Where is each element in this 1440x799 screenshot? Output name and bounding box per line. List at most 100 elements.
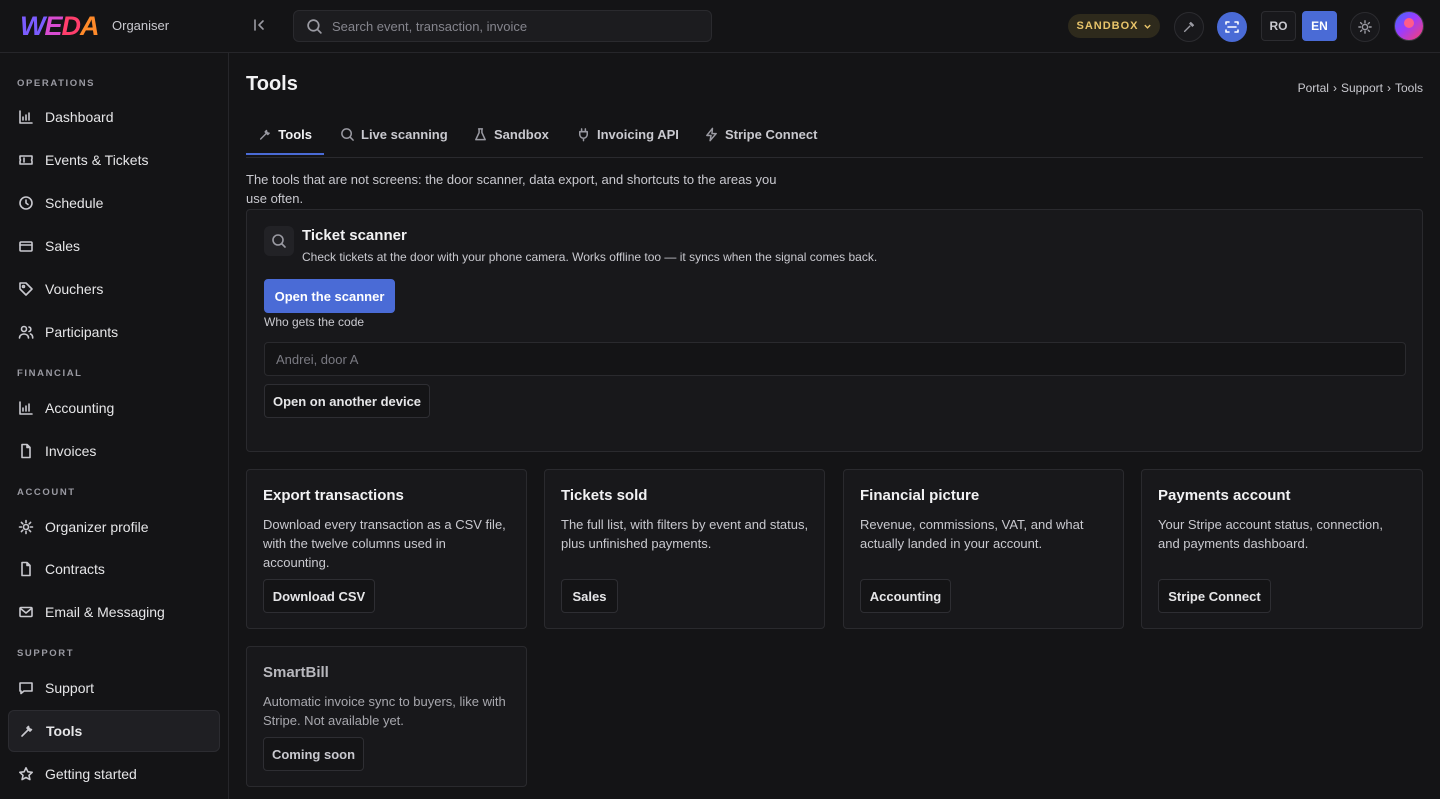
card-title: Export transactions	[263, 487, 404, 504]
sidebar-item-accounting[interactable]: Accounting	[8, 387, 220, 429]
tab-live-scanning[interactable]: Live scanning	[328, 114, 460, 154]
flask-icon	[475, 127, 486, 140]
pipette-button[interactable]	[1174, 12, 1204, 42]
section-title-operations: OPERATIONS	[17, 78, 96, 89]
sidebar-item-label: Getting started	[45, 766, 137, 782]
tickets-sold-card: Tickets sold The full list, with filters…	[544, 469, 825, 629]
tool-icon	[259, 129, 270, 140]
sidebar-item-contracts[interactable]: Contracts	[8, 548, 220, 590]
card-title: Financial picture	[860, 487, 980, 504]
logo-letter: D	[61, 11, 81, 41]
plug-icon	[579, 127, 588, 141]
theme-toggle-button[interactable]	[1350, 12, 1380, 42]
breadcrumb-separator: ›	[1332, 81, 1337, 95]
scanner-description: Check tickets at the door with your phon…	[302, 250, 878, 264]
chart-icon	[19, 110, 33, 124]
sidebar-item-invoices[interactable]: Invoices	[8, 430, 220, 472]
logo-letter: A	[80, 11, 99, 41]
tab-tools[interactable]: Tools	[246, 114, 324, 155]
open-scanner-button[interactable]: Open the scanner	[264, 279, 395, 313]
tab-stripe-connect[interactable]: Stripe Connect	[692, 114, 829, 154]
breadcrumb-separator: ›	[1386, 81, 1391, 95]
logo-letter: W	[20, 11, 46, 41]
sun-icon	[1358, 20, 1372, 34]
tool-icon	[21, 725, 33, 737]
sidebar-item-email-messaging[interactable]: Email & Messaging	[8, 591, 220, 633]
payments-account-card: Payments account Your Stripe account sta…	[1141, 469, 1423, 629]
export-transactions-card: Export transactions Download every trans…	[246, 469, 527, 629]
accounting-button[interactable]: Accounting	[860, 579, 951, 613]
sidebar-item-events-tickets[interactable]: Events & Tickets	[8, 139, 220, 181]
sidebar-item-organizer-profile[interactable]: Organizer profile	[8, 506, 220, 548]
section-title-financial: FINANCIAL	[17, 368, 83, 379]
sidebar-item-label: Sales	[45, 238, 81, 254]
sidebar-item-participants[interactable]: Participants	[8, 311, 220, 353]
card-title: SmartBill	[263, 664, 329, 681]
sidebar-item-support[interactable]: Support	[8, 667, 220, 709]
scanner-title: Ticket scanner	[302, 227, 407, 244]
scan-icon	[1225, 21, 1239, 33]
breadcrumb: Portal › Support › Tools	[1298, 81, 1423, 95]
scanner-icon-badge	[264, 226, 294, 256]
sidebar-item-label: Vouchers	[45, 281, 104, 297]
breadcrumb-tools: Tools	[1394, 81, 1423, 95]
sidebar-item-label: Participants	[45, 324, 119, 340]
document-icon	[21, 561, 31, 577]
logo-letter: E	[44, 11, 62, 41]
breadcrumb-support[interactable]: Support	[1341, 81, 1383, 95]
lang-ro-button[interactable]: RO	[1261, 11, 1296, 41]
stripe-connect-button[interactable]: Stripe Connect	[1158, 579, 1271, 613]
card-description: The full list, with filters by event and…	[561, 517, 809, 551]
card-description: Automatic invoice sync to buyers, like w…	[263, 694, 506, 728]
breadcrumb-portal[interactable]: Portal	[1298, 81, 1329, 95]
tag-icon	[19, 282, 33, 296]
sidebar-item-label: Organizer profile	[45, 519, 149, 535]
ticket-scanner-card: Ticket scanner Check tickets at the door…	[246, 209, 1423, 452]
sidebar-item-label: Invoices	[45, 443, 97, 459]
collapse-sidebar-icon-glyph	[254, 19, 264, 31]
card-description: Your Stripe account status, connection, …	[1158, 517, 1383, 551]
sidebar-item-label: Accounting	[45, 400, 115, 416]
search-icon	[341, 127, 354, 141]
star-icon	[19, 767, 33, 781]
card-icon	[19, 241, 33, 252]
sidebar-item-sales[interactable]: Sales	[8, 225, 220, 267]
sidebar-item-dashboard[interactable]: Dashboard	[8, 96, 220, 138]
tab-sandbox[interactable]: Sandbox	[461, 114, 561, 154]
chevron-down-icon	[1143, 24, 1151, 29]
sidebar-item-schedule[interactable]: Schedule	[8, 182, 220, 224]
tab-label: Live scanning	[361, 126, 448, 142]
card-description: Download every transaction as a CSV file…	[263, 517, 506, 570]
download-csv-button[interactable]: Download CSV	[263, 579, 375, 613]
pipette-icon	[1183, 21, 1195, 33]
org-label: Organiser	[112, 18, 170, 33]
tab-label: Stripe Connect	[725, 126, 818, 142]
sidebar-item-tools[interactable]: Tools	[8, 710, 220, 752]
open-on-another-device-button[interactable]: Open on another device	[264, 384, 430, 418]
weda-logo[interactable]: WEDA	[20, 11, 99, 41]
avatar[interactable]	[1394, 11, 1424, 41]
code-recipient-input[interactable]	[264, 342, 1406, 376]
top-bar: WEDA Organiser SANDBOX RO EN	[0, 0, 1440, 53]
sun-icon	[18, 519, 34, 535]
page-title: Tools	[246, 73, 298, 95]
search-icon	[307, 19, 322, 34]
coming-soon-button: Coming soon	[263, 737, 364, 771]
card-title: Tickets sold	[561, 487, 648, 504]
sales-button[interactable]: Sales	[561, 579, 618, 613]
financial-picture-card: Financial picture Revenue, commissions, …	[843, 469, 1124, 629]
sidebar-item-label: Schedule	[45, 195, 104, 211]
chart-icon	[19, 401, 33, 415]
search-box	[293, 10, 712, 42]
collapse-sidebar-icon[interactable]	[251, 17, 269, 35]
lang-en-button[interactable]: EN	[1302, 11, 1337, 41]
tab-label: Tools	[278, 126, 312, 142]
mail-icon	[19, 606, 33, 618]
scan-button[interactable]	[1217, 12, 1247, 42]
sandbox-dropdown[interactable]: SANDBOX	[1068, 14, 1160, 38]
tab-invoicing-api[interactable]: Invoicing API	[564, 114, 691, 154]
scanner-field-label: Who gets the code	[264, 315, 365, 329]
sidebar-item-vouchers[interactable]: Vouchers	[8, 268, 220, 310]
sidebar-item-getting-started[interactable]: Getting started	[8, 753, 220, 795]
search-input[interactable]	[332, 11, 702, 41]
